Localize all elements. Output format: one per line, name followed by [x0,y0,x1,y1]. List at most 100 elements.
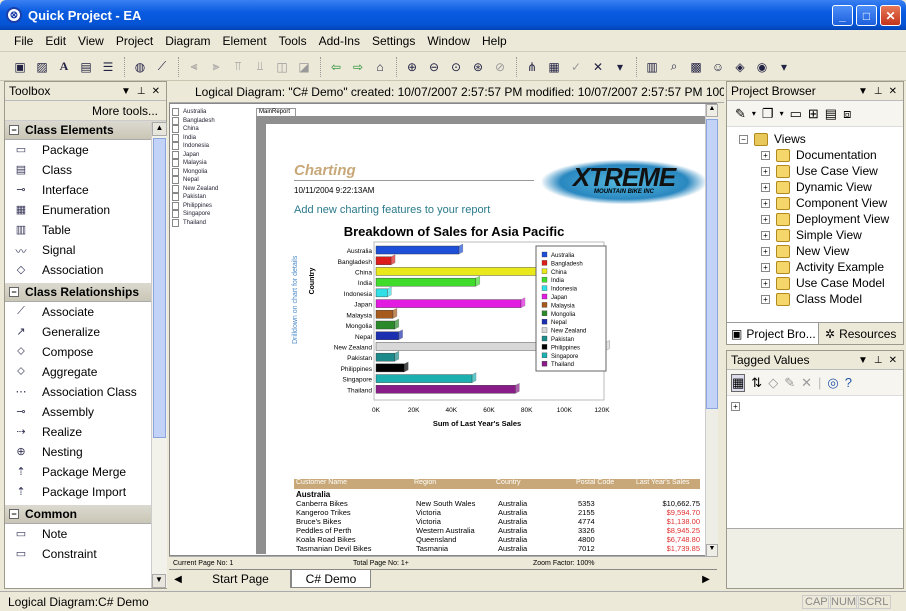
copy-dropdown-icon[interactable]: ▾ [780,109,784,118]
close-icon[interactable]: ✕ [889,355,897,366]
tool-association[interactable]: ◇ Association [5,260,166,280]
category-class-relationships[interactable]: − Class Relationships [5,283,166,302]
tree-icon[interactable]: ⊞ [808,106,819,122]
table-row[interactable]: Tasmanian Devil Bikes Tasmania Australia 70… [296,544,700,553]
same-size-icon[interactable]: ◫ [272,57,292,77]
tool-association-class[interactable]: ⋯ Association Class [5,382,166,402]
package-icon[interactable]: ⧈ [843,106,851,122]
group-tree-item[interactable]: New Zealand [172,185,252,194]
delete-icon[interactable]: ✕ [588,57,608,77]
minimize-button[interactable]: _ [832,5,853,26]
zoom-reset-icon[interactable]: ⊘ [490,57,510,77]
menu-help[interactable]: Help [476,34,513,48]
menu-view[interactable]: View [72,34,110,48]
menu-window[interactable]: Window [421,34,476,48]
globe-icon[interactable]: ◍ [130,57,150,77]
tool-note[interactable]: ▭ Note [5,524,166,544]
scroll-up-icon[interactable]: ▲ [706,104,718,117]
tab-resources[interactable]: ✲ Resources [819,323,896,344]
group-tree-item[interactable]: Bangladesh [172,117,252,126]
tree-item-new-view[interactable]: + New View [761,243,903,259]
line-icon[interactable]: ⟋ [152,57,172,77]
list-icon[interactable]: ☰ [98,57,118,77]
menu-diagram[interactable]: Diagram [159,34,216,48]
diagram-icon[interactable]: ▣ [10,57,30,77]
expand-icon[interactable]: + [761,198,770,208]
edit-icon[interactable]: ✎ [784,375,795,391]
expand-icon[interactable]: + [761,246,770,256]
note-icon[interactable]: ▤ [76,57,96,77]
sort-az-icon[interactable]: ⇅ [751,375,762,391]
text-icon[interactable]: A [54,57,74,77]
category-common[interactable]: − Common [5,505,166,524]
scroll-thumb[interactable] [153,138,166,438]
tool-package-import[interactable]: ⇡ Package Import [5,482,166,502]
table-row[interactable]: Bruce's Bikes Victoria Australia 4774 $1,138… [296,517,700,526]
menu-addins[interactable]: Add-Ins [313,34,366,48]
close-icon[interactable]: ✕ [152,86,160,97]
bar-china[interactable] [375,267,546,276]
folder-icon[interactable]: ▭ [790,106,802,122]
delete-icon[interactable]: ✕ [801,375,812,391]
tool-aggregate[interactable]: ⬦ Aggregate [5,362,166,382]
tree-item-component-view[interactable]: + Component View [761,195,903,211]
bar-indonesia[interactable] [375,288,388,298]
expand-icon[interactable]: + [761,262,770,272]
tree-item-simple-view[interactable]: + Simple View [761,227,903,243]
table-row[interactable]: Kangeroo Trikes Victoria Australia 2155 $9,5… [296,508,700,517]
help-icon[interactable]: ? [845,375,852,390]
bar-malaysia[interactable] [375,310,394,319]
zoom-in-icon[interactable]: ⊕ [402,57,422,77]
pin-icon[interactable]: ⊥ [874,355,883,366]
tool-constraint[interactable]: ▭ Constraint [5,544,166,564]
forward-icon[interactable]: ⇨ [348,57,368,77]
align-left-icon[interactable]: ⫷ [184,57,204,77]
group-tree-item[interactable]: Malaysia [172,159,252,168]
scroll-down-icon[interactable]: ▼ [152,574,166,588]
group-tree-item[interactable]: Indonesia [172,142,252,151]
zoom-full-icon[interactable]: ⊛ [468,57,488,77]
category-class-elements[interactable]: − Class Elements [5,121,166,140]
stack-icon[interactable]: ◪ [294,57,314,77]
tool-signal[interactable]: 〰 Signal [5,240,166,260]
bar-mongolia[interactable] [375,320,396,330]
bar-india[interactable] [375,277,477,287]
tool-compose[interactable]: ⬦ Compose [5,342,166,362]
bar-bangladesh[interactable] [375,256,392,265]
group-tree-item[interactable]: Philippines [172,202,252,211]
tool-associate[interactable]: ⟋ Associate [5,302,166,322]
menu-element[interactable]: Element [217,34,273,48]
group-tree-item[interactable]: Singapore [172,210,252,219]
tool-interface[interactable]: ⊸ Interface [5,180,166,200]
close-icon[interactable]: ✕ [889,86,897,97]
expand-icon[interactable]: + [761,166,770,176]
group-tree-item[interactable]: Mongolia [172,168,252,177]
maximize-button[interactable]: □ [856,5,877,26]
align-right-icon[interactable]: ⫸ [206,57,226,77]
bar-philippines[interactable] [375,363,405,373]
menu-tools[interactable]: Tools [273,34,313,48]
new-icon[interactable]: ✎ [735,106,746,122]
group-tree-item[interactable]: Thailand [172,219,252,228]
menu-settings[interactable]: Settings [366,34,421,48]
tab-start-page[interactable]: Start Page [191,570,291,588]
dropdown-icon[interactable]: ▼ [858,86,868,97]
expand-icon[interactable]: + [731,402,740,411]
expand-icon[interactable]: + [761,230,770,240]
menu-edit[interactable]: Edit [39,34,72,48]
table-icon[interactable]: ▥ [642,57,662,77]
image-icon[interactable]: ▨ [32,57,52,77]
group-tree-item[interactable]: Nepal [172,176,252,185]
align-bottom-icon[interactable]: ⫫ [250,57,270,77]
tree-root-views[interactable]: − Views [739,131,903,147]
group-tree-item[interactable]: India [172,134,252,143]
tool-nesting[interactable]: ⊕ Nesting [5,442,166,462]
pin-icon[interactable]: ⊥ [137,86,146,97]
tab-csharp-demo[interactable]: C# Demo [291,570,371,588]
tool-enumeration[interactable]: ▦ Enumeration [5,200,166,220]
menu-file[interactable]: File [8,34,39,48]
check-icon[interactable]: ✓ [566,57,586,77]
tool-package-merge[interactable]: ⇡ Package Merge [5,462,166,482]
table-row[interactable]: Koala Road Bikes Queensland Australia 4800 $… [296,535,700,544]
tree-item-documentation[interactable]: + Documentation [761,147,903,163]
